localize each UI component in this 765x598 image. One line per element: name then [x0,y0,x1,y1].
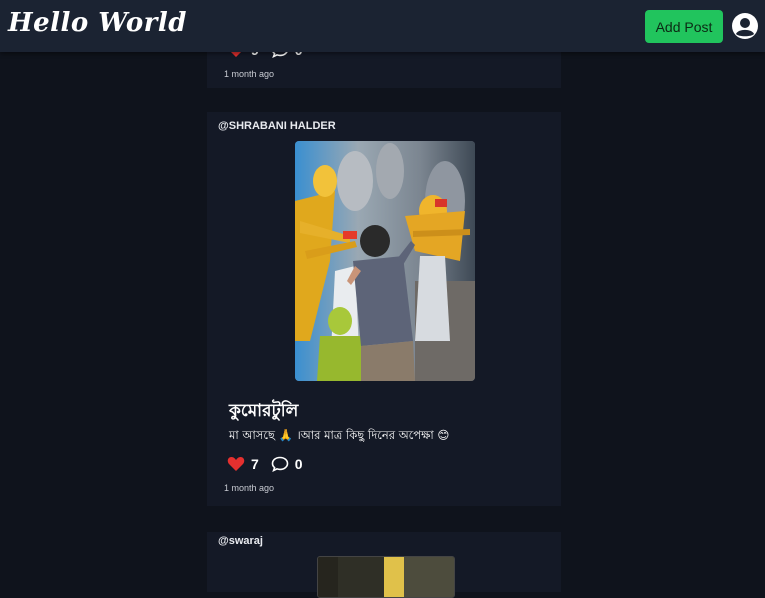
add-post-button[interactable]: Add Post [645,10,723,43]
comment-bubble-icon[interactable] [271,456,289,472]
post-author[interactable]: @swaraj [218,535,263,547]
like-count: 7 [251,456,259,472]
post-card: @SHRABANI HALDER কুমোরটুলি মা আসছে 🙏 ।আর… [207,112,561,506]
post-card: @swaraj [207,532,561,598]
navbar: Hello World Add Post [0,0,765,52]
post-time: 1 month ago [224,69,275,79]
comment-count: 0 [294,456,303,472]
like-heart-icon[interactable] [227,456,245,472]
post-image[interactable] [317,556,455,598]
post-image[interactable] [295,141,475,381]
post-body: মা আসছে 🙏 ।আর মাত্র কিছু দিনের অপেক্ষা 😊 [229,428,450,442]
post-stats: 7 0 [227,456,303,472]
post-title: কুমোরটুলি [229,401,299,421]
user-circle-icon[interactable] [731,12,759,40]
post-author[interactable]: @SHRABANI HALDER [218,120,336,132]
brand-logo[interactable]: Hello World [8,8,187,38]
post-feed: 9 0 1 month ago @SHRABANI HALDER [207,0,561,598]
post-time: 1 month ago [224,483,275,493]
